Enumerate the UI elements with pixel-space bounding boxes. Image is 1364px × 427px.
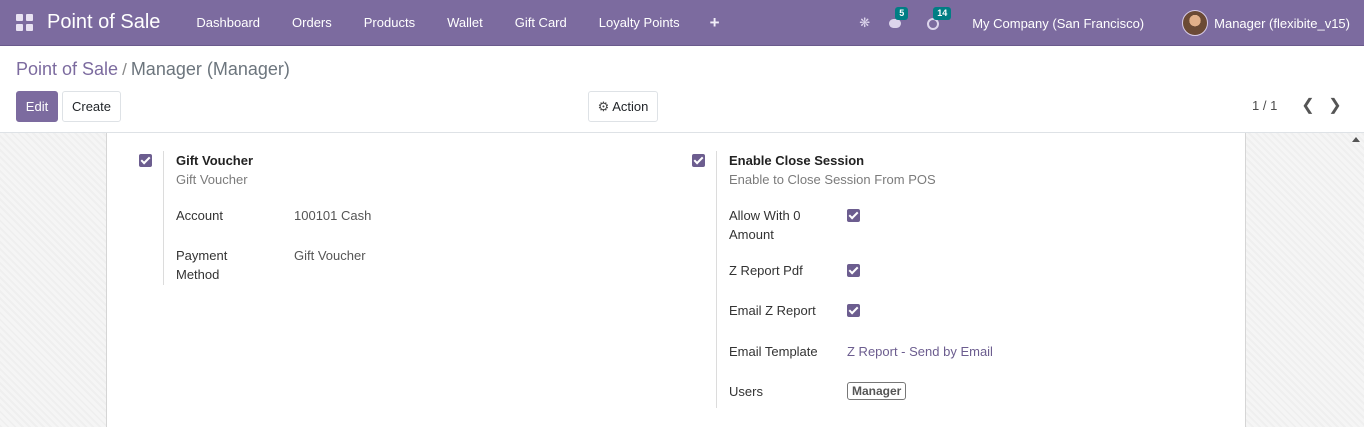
menu-item-products[interactable]: Products — [348, 0, 431, 46]
divider — [163, 151, 164, 285]
menu-item-dashboard[interactable]: Dashboard — [180, 0, 276, 46]
activities-badge: 14 — [933, 7, 952, 20]
breadcrumb-separator: / — [122, 60, 127, 79]
top-navbar: Point of Sale Dashboard Orders Products … — [0, 0, 1364, 46]
scroll-up-icon[interactable] — [1352, 137, 1360, 142]
email-z-report-label: Email Z Report — [729, 303, 816, 318]
navbar-systray: ❋ 5 14 My Company (San Francisco) Manage… — [859, 0, 1364, 46]
messages-button[interactable]: 5 — [888, 7, 909, 31]
messages-badge: 5 — [895, 7, 909, 20]
chevron-right-icon[interactable]: ❯ — [1325, 94, 1345, 116]
divider — [716, 151, 717, 408]
enable-close-session-title: Enable Close Session — [729, 153, 865, 168]
create-button[interactable]: Create — [62, 91, 121, 122]
allow-zero-amount-checkbox[interactable] — [847, 209, 860, 222]
main-menu: Dashboard Orders Products Wallet Gift Ca… — [180, 0, 733, 46]
account-value: 100101 Cash — [294, 208, 372, 223]
payment-method-label: Payment Method — [176, 248, 228, 282]
user-name: Manager (flexibite_v15) — [1214, 15, 1350, 31]
menu-item-loyalty-points[interactable]: Loyalty Points — [583, 0, 696, 46]
menu-item-wallet[interactable]: Wallet — [431, 0, 499, 46]
avatar — [1182, 10, 1209, 36]
apps-menu-icon[interactable] — [16, 14, 33, 31]
control-panel: Point of Sale / Manager (Manager) Edit C… — [0, 46, 1364, 133]
activities-button[interactable]: 14 — [926, 7, 952, 31]
edit-button[interactable]: Edit — [16, 91, 58, 122]
menu-item-gift-card[interactable]: Gift Card — [499, 0, 583, 46]
payment-method-value: Gift Voucher — [294, 248, 366, 263]
user-tag[interactable]: Manager — [847, 382, 907, 400]
action-label: Action — [612, 99, 649, 114]
breadcrumb-current: Manager (Manager) — [130, 59, 290, 79]
z-report-pdf-label: Z Report Pdf — [729, 263, 803, 278]
enable-close-session-subtitle: Enable to Close Session From POS — [729, 172, 936, 187]
chat-icon — [889, 19, 902, 28]
gift-voucher-subtitle: Gift Voucher — [176, 172, 248, 187]
breadcrumb: Point of Sale / Manager (Manager) — [16, 59, 290, 80]
email-template-label: Email Template — [729, 344, 818, 359]
form-sheet: Gift Voucher Gift Voucher Account 100101… — [106, 133, 1246, 427]
enable-close-session-checkbox[interactable] — [692, 154, 705, 167]
add-menu-icon[interactable]: + — [696, 0, 734, 46]
gear-icon: ⚙ — [597, 98, 610, 114]
allow-zero-amount-label: Allow With 0 Amount — [729, 208, 801, 242]
account-label: Account — [176, 208, 223, 223]
company-switcher[interactable]: My Company (San Francisco) — [972, 16, 1144, 31]
menu-item-orders[interactable]: Orders — [276, 0, 348, 46]
users-label: Users — [729, 384, 763, 399]
gift-voucher-checkbox[interactable] — [139, 154, 152, 167]
breadcrumb-parent-link[interactable]: Point of Sale — [16, 59, 118, 80]
email-z-report-checkbox[interactable] — [847, 304, 860, 317]
app-brand[interactable]: Point of Sale — [47, 11, 160, 34]
z-report-pdf-checkbox[interactable] — [847, 264, 860, 277]
bug-icon[interactable]: ❋ — [859, 15, 870, 31]
gift-voucher-title: Gift Voucher — [176, 153, 254, 168]
chevron-left-icon[interactable]: ❮ — [1298, 94, 1318, 116]
form-view-background: Gift Voucher Gift Voucher Account 100101… — [0, 133, 1364, 427]
pager-value[interactable]: 1 / 1 — [1252, 98, 1277, 113]
email-template-link[interactable]: Z Report - Send by Email — [847, 344, 993, 359]
action-button[interactable]: ⚙ Action — [588, 91, 658, 122]
user-menu[interactable]: Manager (flexibite_v15) — [1182, 10, 1350, 36]
